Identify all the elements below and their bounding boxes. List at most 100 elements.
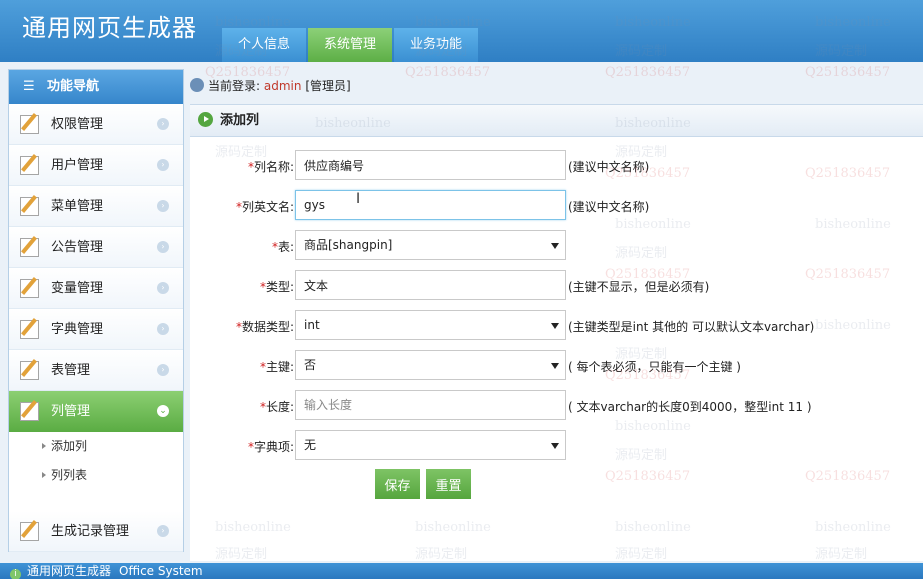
form-row-dict: *字典项: 无 [190, 430, 923, 460]
main-panel: 添加列 *列名称: (建议中文名称) *列英文名: (建议中文名称) *表: 商… [190, 104, 923, 561]
column-name-input[interactable] [295, 150, 566, 180]
chevron-right-icon: › [157, 282, 169, 294]
login-prefix: 当前登录: [208, 79, 261, 93]
data-type-select[interactable]: int [295, 310, 566, 340]
sidebar-item-label: 公告管理 [51, 240, 104, 255]
table-label: *表: [272, 238, 294, 255]
edit-icon [20, 156, 39, 175]
en-name-hint: (建议中文名称) [568, 200, 650, 214]
dropdown-arrow-icon [551, 323, 559, 329]
chevron-down-icon: ⌄ [157, 405, 169, 417]
primary-key-label-text: 主键: [265, 360, 294, 374]
sidebar-item-dictionary[interactable]: 字典管理 › [9, 309, 183, 350]
edit-icon [20, 522, 39, 541]
edit-icon [20, 320, 39, 339]
form-row-type: *类型: (主键不显示，但是必须有) [190, 270, 923, 300]
length-label-text: 长度: [265, 400, 294, 414]
length-label: *长度: [260, 398, 294, 415]
form-row-name: *列名称: (建议中文名称) [190, 150, 923, 180]
footer-system: Office System [119, 564, 203, 578]
dict-select-value: 无 [304, 438, 317, 452]
reset-button[interactable]: 重置 [426, 469, 471, 499]
chevron-right-icon: › [157, 159, 169, 171]
app-title: 通用网页生成器 [22, 14, 197, 42]
table-select[interactable]: 商品[shangpin] [295, 230, 566, 260]
data-type-hint: (主键类型是int 其他的 可以默认文本varchar) [568, 320, 815, 334]
data-type-label: *数据类型: [236, 318, 294, 335]
watermark: Q2518364​57 [805, 65, 891, 80]
primary-key-hint: ( 每个表必须，只能有一个主键 ) [568, 360, 741, 374]
name-hint: (建议中文名称) [568, 160, 650, 174]
sidebar-spacer [9, 490, 183, 511]
panel-title: 添加列 [220, 113, 260, 128]
chevron-right-icon: › [157, 323, 169, 335]
sidebar-subitem-column-list[interactable]: 列列表 [9, 461, 183, 490]
top-nav: 个人信息 系统管理 业务功能 [222, 28, 480, 62]
sidebar-item-announcements[interactable]: 公告管理 › [9, 227, 183, 268]
info-icon: i [10, 569, 21, 579]
table-label-text: 表: [277, 240, 294, 254]
name-label-text: 列名称: [253, 160, 294, 174]
sidebar-item-generation-records[interactable]: 生成记录管理 › [9, 511, 183, 552]
form-row-data-type: *数据类型: int (主键类型是int 其他的 可以默认文本varchar) [190, 310, 923, 340]
dict-label-text: 字典项: [253, 440, 294, 454]
status-footer: i 通用网页生成器 Office System [0, 563, 923, 579]
app-header: 通用网页生成器 个人信息 系统管理 业务功能 [0, 0, 923, 62]
data-type-select-value: int [304, 318, 320, 332]
data-type-label-text: 数据类型: [241, 320, 294, 334]
chevron-right-icon: › [157, 118, 169, 130]
sidebar-item-menus[interactable]: 菜单管理 › [9, 186, 183, 227]
sidebar-item-label: 用户管理 [51, 158, 104, 173]
footer-app-name: 通用网页生成器 [27, 564, 112, 578]
play-icon [198, 112, 213, 127]
panel-header: 添加列 [190, 105, 923, 137]
tab-business[interactable]: 业务功能 [394, 28, 479, 62]
en-name-label: *列英文名: [236, 198, 294, 215]
chevron-right-icon: › [157, 200, 169, 212]
tab-personal-info[interactable]: 个人信息 [222, 28, 307, 62]
primary-key-label: *主键: [260, 358, 294, 375]
type-input[interactable] [295, 270, 566, 300]
sidebar: ☰ 功能导航 权限管理 › 用户管理 › 菜单管理 › 公告管理 › 变量管理 ›… [8, 69, 184, 552]
edit-icon [20, 115, 39, 134]
text-cursor-icon: Ι [356, 191, 361, 207]
chevron-right-icon: › [157, 241, 169, 253]
tab-system-management[interactable]: 系统管理 [308, 28, 393, 62]
en-name-label-text: 列英文名: [241, 200, 294, 214]
sidebar-item-label: 权限管理 [51, 117, 104, 132]
subitem-label: 列列表 [51, 468, 88, 482]
sidebar-item-tables[interactable]: 表管理 › [9, 350, 183, 391]
subitem-label: 添加列 [51, 439, 88, 453]
form-row-primary-key: *主键: 否 ( 每个表必须，只能有一个主键 ) [190, 350, 923, 380]
sidebar-item-variables[interactable]: 变量管理 › [9, 268, 183, 309]
sidebar-item-columns[interactable]: 列管理 ⌄ [9, 391, 183, 432]
type-hint: (主键不显示，但是必须有) [568, 280, 710, 294]
sidebar-item-label: 表管理 [51, 363, 91, 378]
save-button[interactable]: 保存 [375, 469, 420, 499]
column-english-name-input[interactable] [295, 190, 566, 220]
chevron-right-icon: › [157, 525, 169, 537]
sidebar-item-permissions[interactable]: 权限管理 › [9, 104, 183, 145]
list-icon: ☰ [23, 79, 35, 94]
length-hint: ( 文本varchar的长度0到4000，整型int 11 ) [568, 400, 812, 414]
type-label-text: 类型: [265, 280, 294, 294]
form-row-table: *表: 商品[shangpin] [190, 230, 923, 260]
form-row-length: *长度: ( 文本varchar的长度0到4000，整型int 11 ) [190, 390, 923, 420]
table-select-value: 商品[shangpin] [304, 238, 393, 252]
primary-key-select-value: 否 [304, 358, 317, 372]
name-label: *列名称: [248, 158, 294, 175]
sidebar-item-label: 生成记录管理 [51, 524, 130, 539]
chevron-right-icon: › [157, 364, 169, 376]
primary-key-select[interactable]: 否 [295, 350, 566, 380]
sidebar-item-label: 列管理 [51, 404, 91, 419]
login-username: admin [263, 79, 302, 93]
length-input[interactable] [295, 390, 566, 420]
sidebar-item-users[interactable]: 用户管理 › [9, 145, 183, 186]
form-row-en-name: *列英文名: (建议中文名称) [190, 190, 923, 220]
edit-icon [20, 279, 39, 298]
dict-select[interactable]: 无 [295, 430, 566, 460]
edit-icon [20, 361, 39, 380]
type-label: *类型: [260, 278, 294, 295]
sidebar-subitem-add-column[interactable]: 添加列 [9, 432, 183, 461]
sidebar-item-label: 菜单管理 [51, 199, 104, 214]
